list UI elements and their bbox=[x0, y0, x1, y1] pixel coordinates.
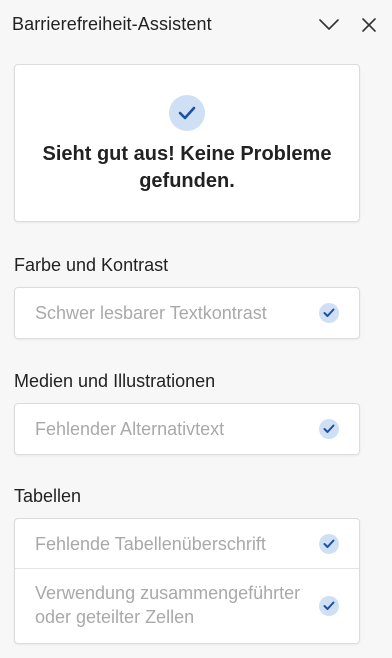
section-heading-color-contrast: Farbe und Kontrast bbox=[14, 255, 169, 275]
section-card-media: Fehlender Alternativtext bbox=[14, 403, 360, 455]
check-row-label: Fehlender Alternativtext bbox=[35, 419, 225, 439]
close-button[interactable] bbox=[356, 12, 382, 38]
section-card-tables: Fehlende Tabellenüberschrift Verwendung … bbox=[14, 518, 360, 644]
check-icon bbox=[319, 419, 339, 439]
check-row-label: Fehlende Tabellenüberschrift bbox=[35, 534, 266, 554]
chevron-down-icon bbox=[319, 19, 339, 30]
check-circle-icon bbox=[169, 95, 205, 131]
summary-message: Sieht gut aus! Keine Probleme gefunden. bbox=[42, 143, 332, 192]
check-icon bbox=[319, 534, 339, 554]
pane-title: Barrierefreiheit-Assistent bbox=[12, 14, 212, 34]
check-row-label: Schwer lesbarer Textkontrast bbox=[35, 303, 267, 323]
accessibility-assistant-pane: Barrierefreiheit-Assistent Sieht gut aus… bbox=[0, 0, 392, 658]
check-icon bbox=[319, 303, 339, 323]
check-row[interactable]: Fehlende Tabellenüberschrift bbox=[15, 519, 359, 569]
check-row[interactable]: Fehlender Alternativtext bbox=[15, 404, 359, 454]
close-icon bbox=[362, 18, 376, 32]
check-row[interactable]: Schwer lesbarer Textkontrast bbox=[15, 288, 359, 338]
pane-header: Barrierefreiheit-Assistent bbox=[0, 0, 392, 50]
check-icon bbox=[319, 596, 339, 616]
check-row-label: Verwendung zusammengeführter oder geteil… bbox=[35, 583, 301, 627]
collapse-button[interactable] bbox=[316, 12, 342, 38]
check-row[interactable]: Verwendung zusammengeführter oder geteil… bbox=[15, 569, 359, 643]
summary-card: Sieht gut aus! Keine Probleme gefunden. bbox=[14, 64, 360, 222]
section-card-color-contrast: Schwer lesbarer Textkontrast bbox=[14, 287, 360, 339]
section-heading-tables: Tabellen bbox=[14, 486, 82, 506]
section-heading-media: Medien und Illustrationen bbox=[14, 371, 216, 391]
